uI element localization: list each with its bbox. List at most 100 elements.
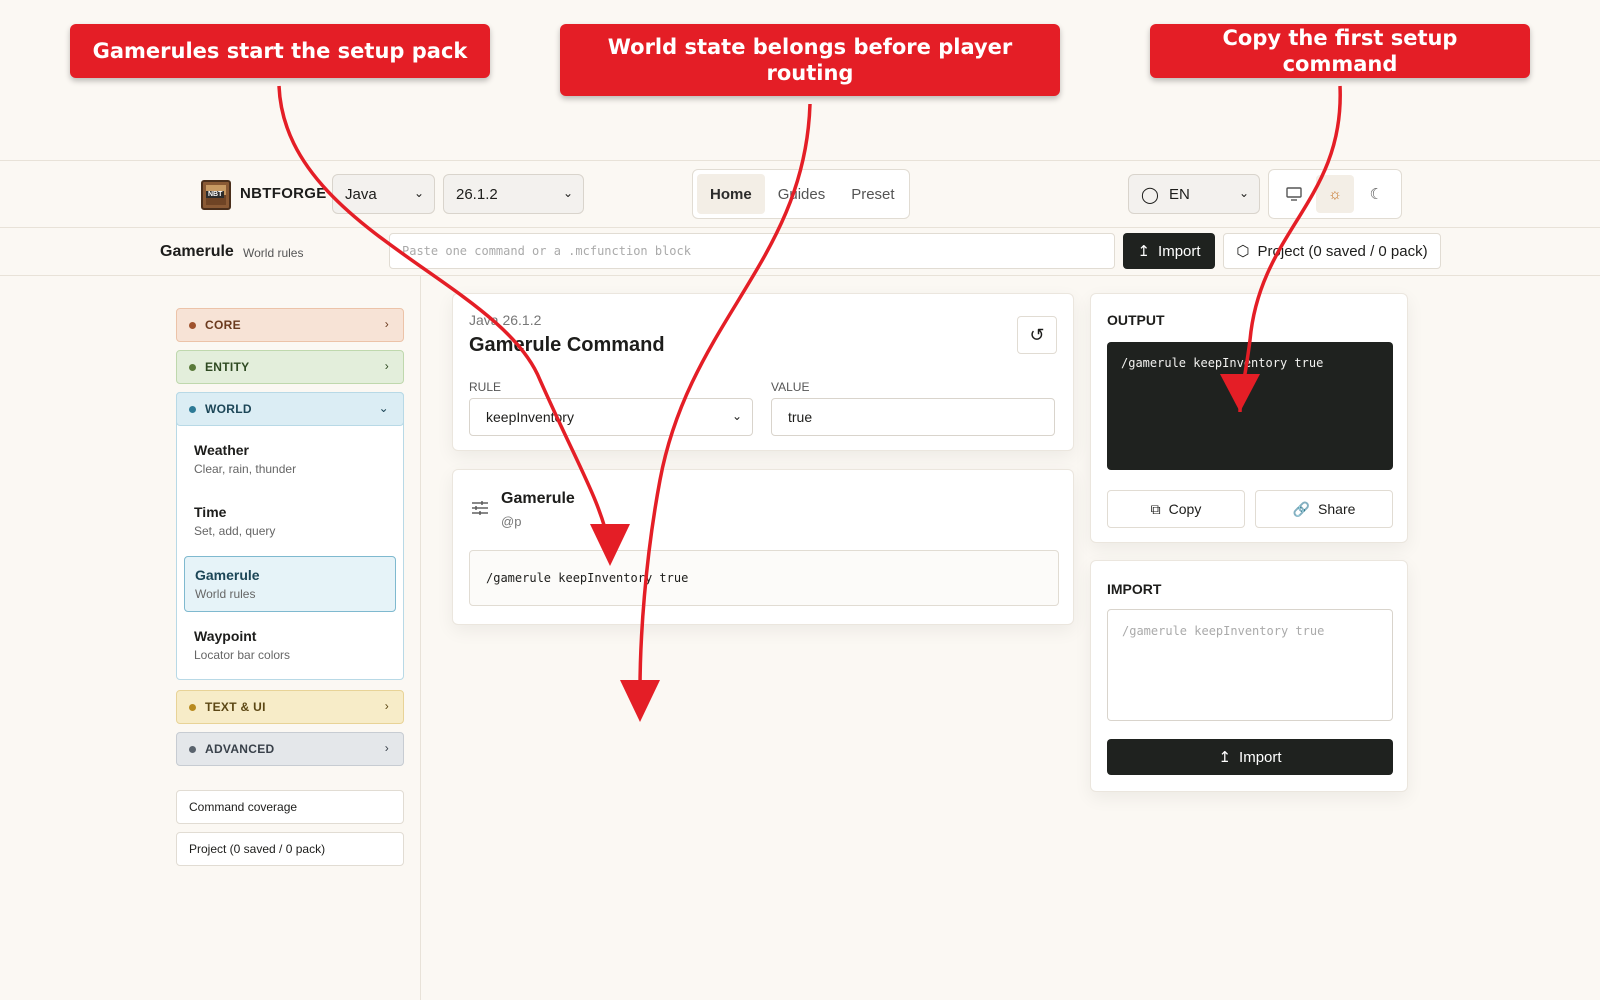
category-label: ENTITY bbox=[205, 360, 250, 374]
project-link[interactable]: Project (0 saved / 0 pack) bbox=[176, 832, 404, 866]
output-command[interactable]: /gamerule keepInventory true bbox=[1107, 342, 1393, 470]
chevron-right-icon: › bbox=[384, 741, 389, 755]
language-value: EN bbox=[1169, 185, 1190, 203]
chevron-down-icon: ⌄ bbox=[378, 401, 389, 415]
category-dot bbox=[189, 364, 196, 371]
preview-panel: Gamerule @p /gamerule keepInventory true bbox=[452, 469, 1074, 625]
category-dot bbox=[189, 746, 196, 753]
rule-value: keepInventory bbox=[486, 409, 574, 425]
page-subtitle: World rules bbox=[243, 246, 304, 260]
callout-world-state: World state belongs before player routin… bbox=[560, 24, 1060, 96]
category-dot bbox=[189, 322, 196, 329]
category-label: ADVANCED bbox=[205, 742, 275, 756]
category-dot bbox=[189, 704, 196, 711]
command-panel: Java 26.1.2 Gamerule Command ↺ RULE keep… bbox=[452, 293, 1074, 451]
chevron-right-icon: › bbox=[384, 359, 389, 373]
callout-copy-command: Copy the first setup command bbox=[1150, 24, 1530, 78]
chevron-right-icon: › bbox=[384, 317, 389, 331]
context-bar: Gamerule World rules Paste one command o… bbox=[0, 228, 1600, 276]
reset-icon: ↺ bbox=[1029, 324, 1045, 345]
sidebar-divider bbox=[420, 276, 421, 1000]
import-heading: IMPORT bbox=[1107, 581, 1162, 597]
sidebar-item-title: Time bbox=[194, 504, 227, 520]
globe-icon: ◯ bbox=[1141, 187, 1159, 204]
category-world[interactable]: WORLD ⌄ bbox=[176, 392, 404, 426]
category-advanced[interactable]: ADVANCED › bbox=[176, 732, 404, 766]
chevron-down-icon: ⌄ bbox=[413, 186, 424, 200]
language-select[interactable]: ◯ EN ⌄ bbox=[1128, 174, 1260, 214]
sidebar-item-desc: World rules bbox=[195, 587, 256, 601]
preview-selector: @p bbox=[501, 514, 522, 529]
sidebar-item-weather[interactable]: Weather Clear, rain, thunder bbox=[184, 432, 396, 488]
arrow-world-state-head bbox=[620, 680, 660, 722]
import-button-label: Import bbox=[1239, 748, 1282, 766]
quick-import-input[interactable]: Paste one command or a .mcfunction block bbox=[389, 233, 1115, 269]
main-nav: Home Guides Preset bbox=[692, 169, 910, 219]
output-panel: OUTPUT /gamerule keepInventory true ⧉ Co… bbox=[1090, 293, 1408, 543]
import-button[interactable]: ↥ Import bbox=[1107, 739, 1393, 775]
chevron-down-icon: ⌄ bbox=[1238, 186, 1249, 200]
copy-button[interactable]: ⧉ Copy bbox=[1107, 490, 1245, 528]
edition-select[interactable]: Java ⌄ bbox=[332, 174, 435, 214]
panel-title: Gamerule Command bbox=[469, 334, 665, 356]
sidebar-item-desc: Locator bar colors bbox=[194, 648, 291, 662]
sidebar-item-title: Gamerule bbox=[195, 567, 260, 583]
share-button[interactable]: 🔗 Share bbox=[1255, 490, 1393, 528]
nav-preset[interactable]: Preset bbox=[838, 174, 907, 214]
project-button[interactable]: ⬡ Project (0 saved / 0 pack) bbox=[1223, 233, 1441, 269]
nav-guides[interactable]: Guides bbox=[765, 174, 839, 214]
category-dot bbox=[189, 406, 196, 413]
category-label: CORE bbox=[205, 318, 241, 332]
sun-icon[interactable]: ☼ bbox=[1315, 175, 1354, 213]
rule-label: RULE bbox=[469, 380, 502, 394]
sidebar-item-title: Waypoint bbox=[194, 628, 257, 644]
logo-icon[interactable]: NBT bbox=[201, 180, 231, 210]
import-panel: IMPORT /gamerule keepInventory true ↥ Im… bbox=[1090, 560, 1408, 792]
breadcrumb: Java 26.1.2 bbox=[469, 312, 542, 328]
preview-title: Gamerule bbox=[501, 490, 575, 507]
sliders-icon bbox=[471, 500, 489, 521]
sidebar-item-desc: Set, add, query bbox=[194, 524, 276, 538]
edition-value: Java bbox=[345, 185, 377, 203]
version-value: 26.1.2 bbox=[456, 185, 498, 203]
logo-badge-text: NBT bbox=[206, 191, 225, 198]
nav-home[interactable]: Home bbox=[697, 174, 765, 214]
quick-import-button[interactable]: ↥ Import bbox=[1123, 233, 1215, 269]
category-label: WORLD bbox=[205, 402, 252, 416]
sidebar-item-gamerule[interactable]: Gamerule World rules bbox=[184, 556, 396, 612]
chevron-down-icon: ⌄ bbox=[731, 409, 742, 423]
output-heading: OUTPUT bbox=[1107, 312, 1165, 328]
rule-select[interactable]: keepInventory ⌄ bbox=[469, 398, 753, 436]
chevron-down-icon: ⌄ bbox=[562, 186, 573, 200]
sidebar-item-desc: Clear, rain, thunder bbox=[194, 462, 297, 476]
category-text-ui[interactable]: TEXT & UI › bbox=[176, 690, 404, 724]
callout-gamerules: Gamerules start the setup pack bbox=[70, 24, 490, 78]
category-core[interactable]: CORE › bbox=[176, 308, 404, 342]
link-icon: 🔗 bbox=[1292, 500, 1311, 517]
sidebar-item-title: Weather bbox=[194, 442, 249, 458]
moon-icon[interactable]: ☾ bbox=[1357, 175, 1395, 213]
sidebar-item-time[interactable]: Time Set, add, query bbox=[184, 494, 396, 550]
monitor-icon[interactable] bbox=[1275, 175, 1313, 213]
copy-label: Copy bbox=[1168, 501, 1202, 517]
value-label: VALUE bbox=[771, 380, 810, 394]
chevron-right-icon: › bbox=[384, 699, 389, 713]
preview-command: /gamerule keepInventory true bbox=[469, 550, 1059, 606]
upload-icon: ↥ bbox=[1137, 243, 1151, 260]
quick-import-label: Import bbox=[1158, 242, 1201, 260]
reset-button[interactable]: ↺ bbox=[1017, 316, 1057, 354]
value-input[interactable]: true bbox=[771, 398, 1055, 436]
app-header: NBT NBTFORGE Java ⌄ 26.1.2 ⌄ Home Guides… bbox=[0, 160, 1600, 228]
version-select[interactable]: 26.1.2 ⌄ bbox=[443, 174, 584, 214]
brand-name[interactable]: NBTFORGE bbox=[240, 185, 327, 202]
import-textarea[interactable]: /gamerule keepInventory true bbox=[1107, 609, 1393, 721]
command-coverage-link[interactable]: Command coverage bbox=[176, 790, 404, 824]
project-label: Project (0 saved / 0 pack) bbox=[1257, 242, 1428, 260]
page-title: Gamerule bbox=[160, 243, 234, 260]
copy-icon: ⧉ bbox=[1150, 500, 1161, 517]
sidebar-item-waypoint[interactable]: Waypoint Locator bar colors bbox=[184, 618, 396, 674]
upload-icon: ↥ bbox=[1218, 749, 1232, 766]
category-label: TEXT & UI bbox=[205, 700, 266, 714]
share-label: Share bbox=[1318, 501, 1356, 517]
category-entity[interactable]: ENTITY › bbox=[176, 350, 404, 384]
